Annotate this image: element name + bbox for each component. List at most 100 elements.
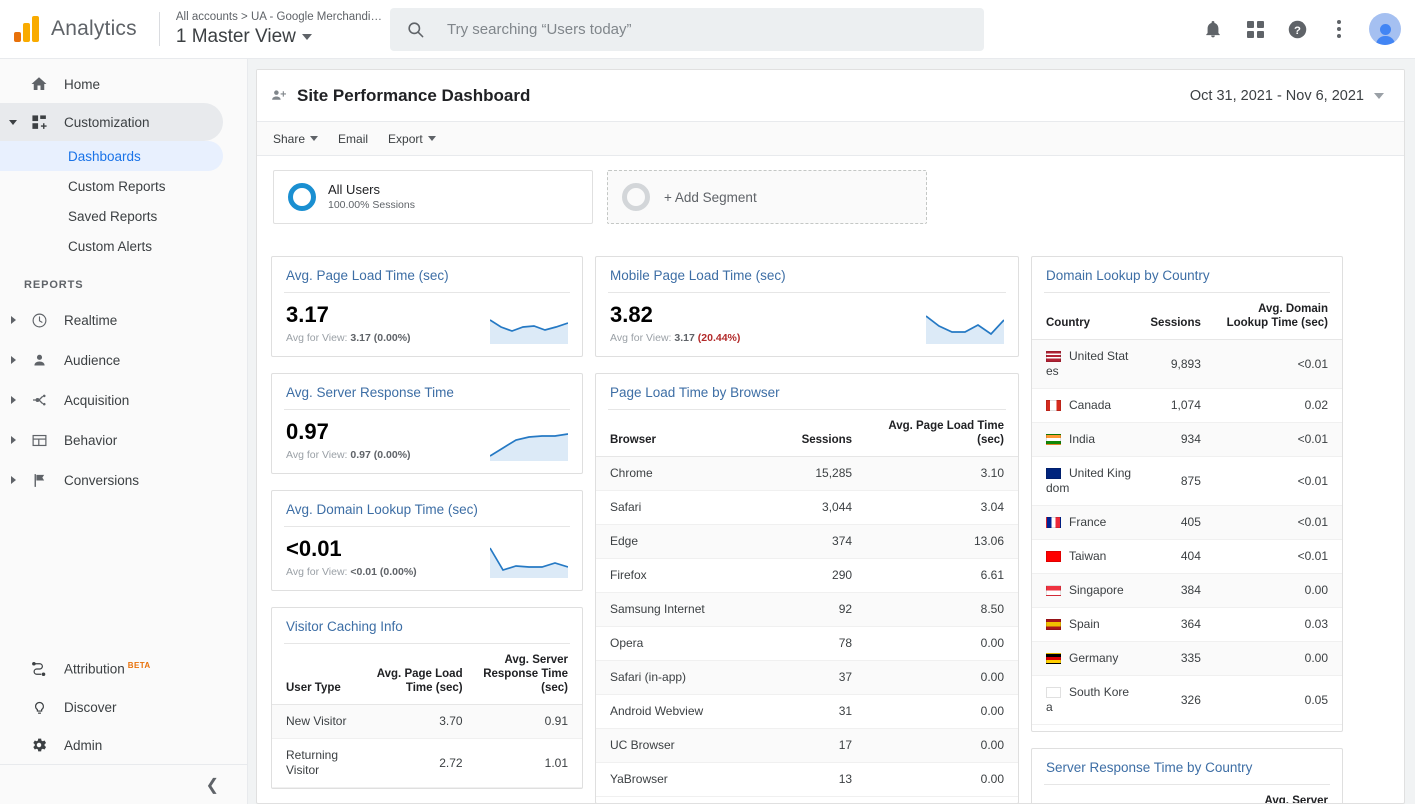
column-header-sessions[interactable]: Sessions [764,410,867,457]
column-header-avg-domain-lookup[interactable]: Avg. Domain Lookup Time (sec) [1214,293,1342,340]
country-name: Singapore [1069,583,1124,597]
sidebar-item-realtime[interactable]: Realtime [0,301,247,339]
table-row[interactable]: South Korea 326 0.05 [1032,675,1342,725]
sidebar-item-attribution[interactable]: Attribution BETA [0,650,247,688]
avatar[interactable] [1369,13,1401,45]
sidebar-item-behavior[interactable]: Behavior [0,421,247,459]
widget-avg-page-load-time[interactable]: Avg. Page Load Time (sec) 3.17 Avg for V… [271,256,583,357]
widget-avg-domain-lookup-time[interactable]: Avg. Domain Lookup Time (sec) <0.01 Avg … [271,490,583,591]
widget-column-right: Domain Lookup by Country Country Session… [1031,256,1343,803]
export-button[interactable]: Export [388,132,436,146]
table-row[interactable]: Canada 1,074 0.02 [1032,388,1342,423]
widget-server-response-time-by-country[interactable]: Server Response Time by Country Country … [1031,748,1343,803]
apps-button[interactable] [1243,17,1267,41]
email-button[interactable]: Email [338,132,368,146]
country-name: India [1069,432,1096,446]
column-header-browser[interactable]: Browser [596,410,765,457]
main-content: Site Performance Dashboard Oct 31, 2021 … [248,59,1415,804]
cell-value: 0.00 [1214,641,1342,676]
sidebar-item-custom-reports[interactable]: Custom Reports [0,171,247,201]
table-header-row: Browser Sessions Avg. Page Load Time (se… [596,410,1018,457]
flag-fr-icon [1046,517,1061,528]
widget-page-load-time-by-browser[interactable]: Page Load Time by Browser Browser Sessio… [595,373,1019,803]
widget-domain-lookup-by-country[interactable]: Domain Lookup by Country Country Session… [1031,256,1343,732]
sidebar-collapse-button[interactable]: ❮ [0,764,247,804]
sidebar-item-customization[interactable]: Customization [0,103,223,141]
more-options-button[interactable] [1327,17,1351,41]
table-row[interactable]: Taiwan 404 <0.01 [1032,539,1342,574]
customization-icon [26,114,52,131]
search-bar[interactable] [390,8,984,51]
table-row[interactable]: Spain 364 0.03 [1032,607,1342,642]
view-name: 1 Master View [175,25,296,47]
cell-sessions: 1,074 [1146,388,1215,423]
sidebar-item-dashboards[interactable]: Dashboards [0,141,223,171]
sidebar-item-label: Home [64,76,101,92]
segment-sessions: 100.00% Sessions [328,199,415,211]
date-range-picker[interactable]: Oct 31, 2021 - Nov 6, 2021 [1180,82,1390,110]
sidebar-item-acquisition[interactable]: Acquisition [0,381,247,419]
chevron-down-icon [301,33,312,40]
table-row[interactable]: Firefox 290 6.61 [596,558,1018,593]
column-header-pageviews[interactable]: Pageviews [1134,785,1215,803]
cell-country: South Korea [1032,675,1147,725]
column-header-country[interactable]: Country [1032,785,1135,803]
table-row[interactable]: Returning Visitor 2.72 1.01 [272,738,582,788]
dashboard-panel: Site Performance Dashboard Oct 31, 2021 … [256,69,1405,804]
column-header-avg-server-response[interactable]: Avg. Server Response Time (sec) [1214,785,1342,803]
sidebar-item-saved-reports[interactable]: Saved Reports [0,201,247,231]
table-row[interactable]: Singapore 384 0.00 [1032,573,1342,608]
column-header-avg-page-load[interactable]: Avg. Page Load Time (sec) [866,410,1018,457]
column-header-country[interactable]: Country [1032,293,1147,340]
dashboard-header: Site Performance Dashboard Oct 31, 2021 … [257,70,1404,122]
sidebar-item-discover[interactable]: Discover [0,688,247,726]
sidebar-item-conversions[interactable]: Conversions [0,461,247,499]
table-row[interactable]: Opera 78 0.00 [596,626,1018,661]
table-row[interactable]: Samsung Internet 92 8.50 [596,592,1018,627]
table-row[interactable]: United Kingdom 875 <0.01 [1032,456,1342,506]
help-button[interactable]: ? [1285,17,1309,41]
notifications-button[interactable] [1201,17,1225,41]
chevron-right-icon [0,316,26,324]
widget-visitor-caching-info[interactable]: Visitor Caching Info User Type Avg. Page… [271,607,583,789]
widget-avg-server-response-time[interactable]: Avg. Server Response Time 0.97 Avg for V… [271,373,583,474]
table-row[interactable]: India 934 <0.01 [1032,422,1342,457]
table-row[interactable]: New Visitor 3.70 0.91 [272,704,582,739]
account-selector[interactable]: All accounts > UA - Google Merchandi… 1 … [176,10,382,49]
add-segment-button[interactable]: + Add Segment [607,170,927,224]
column-header-server-response[interactable]: Avg. Server Response Time (sec) [476,644,582,705]
view-selector[interactable]: 1 Master View [176,25,382,49]
column-header-sessions[interactable]: Sessions [1146,293,1215,340]
table-row[interactable]: UC Browser 17 0.00 [596,728,1018,763]
sidebar-item-custom-alerts[interactable]: Custom Alerts [0,231,247,261]
widget-title: Mobile Page Load Time (sec) [610,268,786,283]
sidebar-item-label: Customization [64,114,150,130]
widget-mobile-page-load-time[interactable]: Mobile Page Load Time (sec) 3.82 Avg for… [595,256,1019,357]
share-users-icon[interactable] [267,87,289,104]
sidebar-item-audience[interactable]: Audience [0,341,247,379]
column-header-page-load[interactable]: Avg. Page Load Time (sec) [374,644,477,705]
table-row[interactable]: Safari (in-app) 37 0.00 [596,660,1018,695]
cell-page-load: 3.70 [374,704,477,739]
table-row[interactable]: United States 9,893 <0.01 [1032,339,1342,389]
cell-load: 0.00 [866,626,1018,661]
table-row[interactable]: Edge 374 13.06 [596,524,1018,559]
sidebar-item-admin[interactable]: Admin [0,726,247,764]
top-bar-actions: ? [1201,13,1401,45]
column-header-user-type[interactable]: User Type [272,644,375,705]
table-row[interactable]: France 405 <0.01 [1032,505,1342,540]
cell-sessions: 405 [1146,505,1215,540]
table-row[interactable]: Android Webview 31 0.00 [596,694,1018,729]
widget-grid: Avg. Page Load Time (sec) 3.17 Avg for V… [257,240,1404,803]
sidebar-item-home[interactable]: Home [0,65,247,103]
table-row[interactable]: Safari 3,044 3.04 [596,490,1018,525]
table-row[interactable]: YaBrowser 13 0.00 [596,762,1018,797]
search-input[interactable] [447,21,968,38]
table-row[interactable]: Chrome 15,285 3.10 [596,456,1018,491]
sparkline-chart [490,547,568,578]
cell-browser: Edge [596,524,765,559]
share-button[interactable]: Share [273,132,319,146]
segment-all-users[interactable]: All Users 100.00% Sessions [273,170,593,224]
table-row[interactable]: Germany 335 0.00 [1032,641,1342,676]
metric-sub-prefix: Avg for View: [286,449,348,461]
